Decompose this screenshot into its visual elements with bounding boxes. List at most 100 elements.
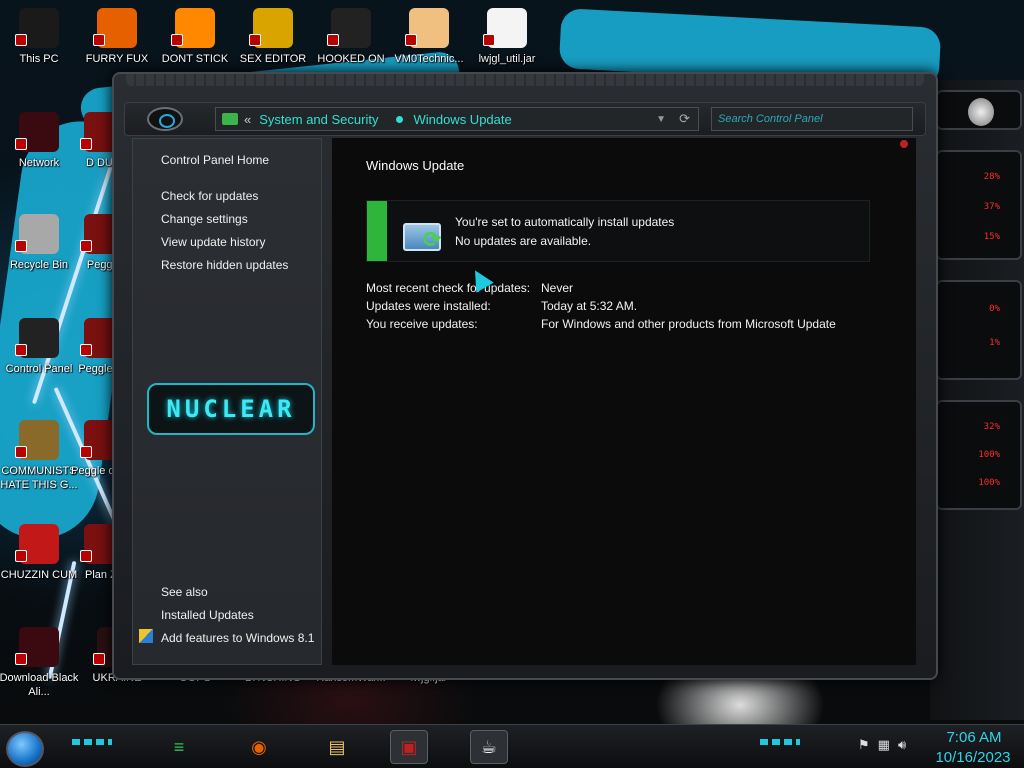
- shortcut-badge-icon: [171, 34, 183, 46]
- gadget-readout: 32%: [983, 422, 1000, 432]
- system-tray: ⚑▦🔊︎: [858, 737, 914, 753]
- recycle-bin-icon: [15, 214, 59, 254]
- shortcut-badge-icon: [327, 34, 339, 46]
- notes-app-icon[interactable]: ≡: [160, 730, 198, 764]
- hex-editor-icon: [249, 8, 293, 48]
- desktop-icon-label: FURRY FUX: [85, 53, 149, 65]
- status-detail: No updates are available.: [455, 234, 592, 248]
- detail-value: Never: [541, 281, 574, 295]
- detail-value: Today at 5:32 AM.: [541, 299, 638, 313]
- breadcrumb-system-and-security[interactable]: System and Security: [259, 112, 378, 127]
- breadcrumb-overflow-icon[interactable]: «: [244, 112, 251, 127]
- desktop-icon[interactable]: Download Black Ali...: [0, 627, 81, 699]
- restore-hidden-updates-link[interactable]: Restore hidden updates: [161, 258, 288, 272]
- detail-value: For Windows and other products from Micr…: [541, 317, 836, 331]
- shortcut-badge-icon: [15, 138, 27, 150]
- windows-update-icon: [403, 223, 441, 253]
- help-icon[interactable]: [900, 140, 908, 148]
- address-bar[interactable]: « System and Security Windows Update ▼ ⟳: [215, 107, 699, 131]
- desktop-icon[interactable]: SEX EDITOR: [231, 8, 315, 66]
- clock-time[interactable]: 7:06 AM: [936, 729, 1012, 746]
- file-explorer-icon[interactable]: ▤: [318, 730, 356, 764]
- shortcut-badge-icon: [249, 34, 261, 46]
- shortcut-badge-icon: [80, 240, 92, 252]
- title-bar[interactable]: [126, 74, 924, 86]
- control-panel-icon: [15, 318, 59, 358]
- check-for-updates-link[interactable]: Check for updates: [161, 189, 258, 203]
- flag-icon[interactable]: ⚑: [858, 737, 878, 752]
- breadcrumb-windows-update[interactable]: Windows Update: [413, 112, 511, 127]
- shortcut-badge-icon: [15, 240, 27, 252]
- page-title: Windows Update: [366, 158, 465, 173]
- money-bag-icon: [15, 420, 59, 460]
- control-panel-icon[interactable]: ▣: [390, 730, 428, 764]
- network-monitor-gadget: 0% 1%: [936, 280, 1022, 380]
- java-icon[interactable]: ☕: [470, 730, 508, 764]
- gadget-readout: 37%: [983, 202, 1000, 212]
- desktop-icon[interactable]: lwjgl_util.jar: [465, 8, 549, 66]
- desktop-icon-label: This PC: [19, 53, 59, 65]
- clock-date[interactable]: 10/16/2023: [928, 749, 1018, 766]
- control-panel-home-link[interactable]: Control Panel Home: [161, 153, 269, 167]
- search-input[interactable]: Search Control Panel: [711, 107, 913, 131]
- computer-icon: [15, 8, 59, 48]
- change-settings-link[interactable]: Change settings: [161, 212, 248, 226]
- shortcut-badge-icon: [15, 344, 27, 356]
- shortcut-badge-icon: [15, 446, 27, 458]
- breadcrumb-separator-icon[interactable]: [396, 115, 404, 123]
- volume-icon[interactable]: 🔊︎: [898, 737, 914, 752]
- start-button[interactable]: [6, 731, 44, 767]
- shortcut-badge-icon: [15, 34, 27, 46]
- desktop-icon-label: Download Black Ali...: [0, 672, 79, 698]
- see-also-heading: See also: [161, 585, 208, 599]
- firefox-icon: [93, 8, 137, 48]
- shortcut-badge-icon: [80, 550, 92, 562]
- view-update-history-link[interactable]: View update history: [161, 235, 266, 249]
- desktop-icon[interactable]: VM0Technic...: [387, 8, 471, 66]
- detail-label: You receive updates:: [366, 317, 478, 331]
- shortcut-badge-icon: [405, 34, 417, 46]
- shortcut-badge-icon: [15, 550, 27, 562]
- desktop-icon-label: HOOKED ON: [317, 53, 385, 65]
- refresh-icon[interactable]: ⟳: [679, 111, 690, 127]
- alien-icon: [15, 627, 59, 667]
- desktop-icon-label: VM0Technic...: [394, 53, 464, 65]
- gadget-readout: 0%: [989, 304, 1000, 314]
- shortcut-badge-icon: [93, 653, 105, 665]
- address-dropdown-icon[interactable]: ▼: [656, 114, 666, 125]
- desktop-icon-label: lwjgl_util.jar: [478, 53, 536, 65]
- desktop-icon[interactable]: This PC: [0, 8, 81, 66]
- status-title: You're set to automatically install upda…: [455, 215, 675, 229]
- desktop-icon[interactable]: FURRY FUX: [75, 8, 159, 66]
- maze-icon: [327, 8, 371, 48]
- shortcut-badge-icon: [483, 34, 495, 46]
- gadget-readout: 15%: [983, 232, 1000, 242]
- control-panel-window: « System and Security Windows Update ▼ ⟳…: [112, 72, 938, 680]
- network-status-icon[interactable]: ▦: [878, 737, 898, 752]
- update-status-panel: You're set to automatically install upda…: [366, 200, 870, 262]
- alien-logo-gadget: [936, 90, 1022, 130]
- vlc-icon: [171, 8, 215, 48]
- network-icon: [15, 112, 59, 152]
- disk-monitor-gadget: 32% 100% 100%: [936, 400, 1022, 510]
- person-icon: [405, 8, 449, 48]
- add-features-link[interactable]: Add features to Windows 8.1: [161, 631, 314, 645]
- shortcut-badge-icon: [15, 653, 27, 665]
- taskbar: ≡ ◉ ▤ ▣ ☕ ⚑▦🔊︎ 7:06 AM 10/16/2023: [0, 724, 1024, 768]
- gadget-readout: 28%: [983, 172, 1000, 182]
- system-monitor-gadget: 28% 37% 15%: [936, 150, 1022, 260]
- detail-label: Updates were installed:: [366, 299, 491, 313]
- shortcut-badge-icon: [80, 446, 92, 458]
- windows-features-icon: [139, 629, 153, 643]
- back-forward-orb-icon[interactable]: [147, 107, 183, 131]
- installed-updates-link[interactable]: Installed Updates: [161, 608, 254, 622]
- taskbar-decoration: [72, 739, 112, 745]
- nuclear-theme-logo: NUCLEAR: [147, 383, 315, 435]
- task-pane: Control Panel Home Check for updates Cha…: [132, 138, 322, 665]
- control-panel-icon: [222, 113, 238, 125]
- gadget-readout: 100%: [978, 478, 1000, 488]
- desktop-icon-label: SEX EDITOR: [239, 53, 307, 65]
- desktop-icon[interactable]: DONT STICK: [153, 8, 237, 66]
- desktop-icon[interactable]: HOOKED ON: [309, 8, 393, 66]
- firefox-icon[interactable]: ◉: [240, 730, 278, 764]
